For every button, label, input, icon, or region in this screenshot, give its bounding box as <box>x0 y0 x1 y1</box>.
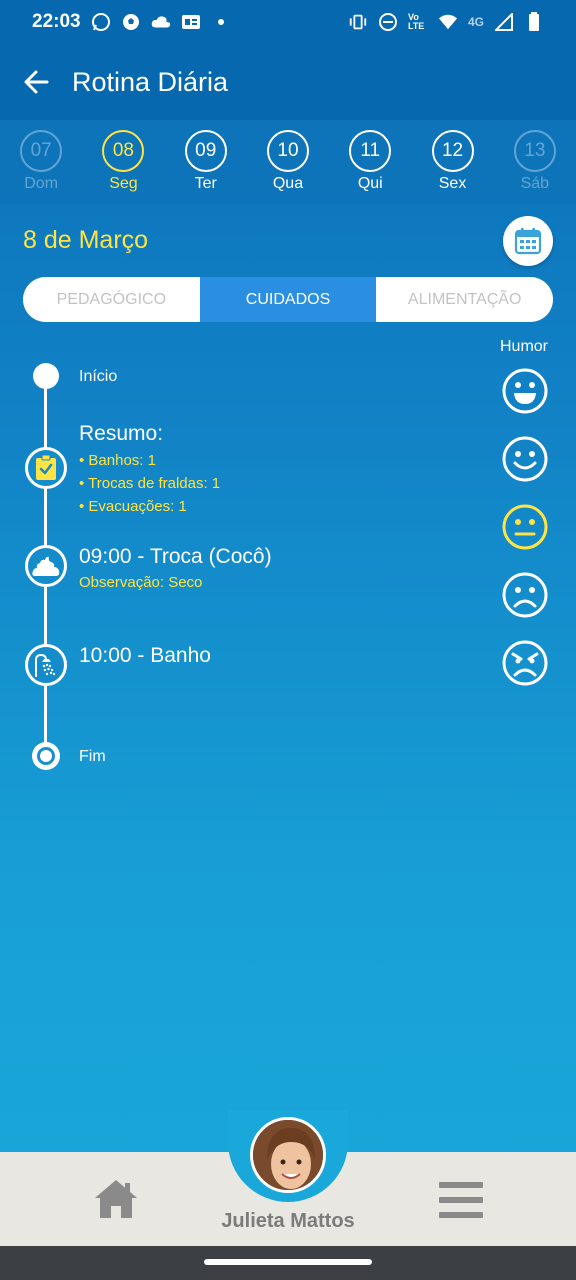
summary-item: • Trocas de fraldas: 1 <box>79 475 221 492</box>
card-icon <box>181 12 201 32</box>
wifi-icon <box>438 12 458 32</box>
summary-item: • Evacuações: 1 <box>79 498 187 515</box>
event-note: Observação: Seco <box>79 574 203 591</box>
child-name: Julieta Mattos <box>221 1210 355 1232</box>
network-type-label: 4G <box>467 15 484 29</box>
day-weekday: Qui <box>357 175 383 192</box>
day-number: 11 <box>349 130 392 172</box>
day-08[interactable]: 08 Seg <box>91 130 155 193</box>
neutral-icon[interactable] <box>502 504 548 550</box>
tab-pedagogico[interactable]: PEDAGÓGICO <box>23 277 200 322</box>
day-number: 12 <box>431 130 474 172</box>
signal-icon <box>494 12 514 32</box>
event-troca[interactable]: 09:00 - Troca (Cocô) Observação: Seco <box>79 545 272 594</box>
sad-icon[interactable] <box>502 572 548 618</box>
page-title: Rotina Diária <box>72 66 229 97</box>
summary-block: Resumo: • Banhos: 1 • Trocas de fraldas:… <box>79 422 220 518</box>
menu-icon[interactable] <box>439 1180 483 1220</box>
status-bar: 22:03 Vo LTE 4G <box>0 0 576 44</box>
timeline-start-node <box>33 363 59 389</box>
event-node-banho <box>25 644 67 686</box>
day-number: 10 <box>266 130 309 172</box>
clipboard-check-icon <box>36 455 56 480</box>
back-button[interactable] <box>0 44 72 120</box>
day-11[interactable]: 11 Qui <box>338 130 402 193</box>
day-weekday: Sáb <box>520 175 550 192</box>
happy-icon[interactable] <box>502 436 548 482</box>
humor-label: Humor <box>500 338 549 355</box>
tab-cuidados[interactable]: CUIDADOS <box>199 277 377 322</box>
day-07[interactable]: 07 Dom <box>9 130 73 193</box>
day-weekday: Dom <box>24 175 59 192</box>
day-weekday: Sex <box>438 175 467 192</box>
event-node-troca <box>25 545 67 587</box>
day-weekday: Qua <box>272 175 304 192</box>
day-12[interactable]: 12 Sex <box>421 130 485 193</box>
day-weekday: Seg <box>109 175 138 192</box>
home-gesture-pill[interactable] <box>204 1259 372 1265</box>
battery-icon <box>524 12 544 32</box>
end-node-dot <box>40 750 52 762</box>
calendar-button[interactable] <box>503 216 553 266</box>
dot-icon <box>211 12 231 32</box>
day-weekday: Ter <box>194 175 217 192</box>
angry-icon[interactable] <box>502 640 548 686</box>
clock: 22:03 <box>32 11 81 32</box>
event-banho[interactable]: 10:00 - Banho <box>79 644 211 668</box>
very-happy-icon[interactable] <box>502 368 548 414</box>
summary-title: Resumo: <box>79 422 164 445</box>
do-not-disturb-icon <box>378 12 398 32</box>
day-number: 13 <box>513 130 556 172</box>
whatsapp-icon <box>91 12 111 32</box>
selected-date-title: 8 de Março <box>23 226 149 254</box>
end-node-inner <box>37 747 55 765</box>
volte-label: Vo LTE <box>407 12 425 31</box>
summary-item: • Banhos: 1 <box>79 452 156 469</box>
app-bar: Rotina Diária <box>0 44 576 120</box>
tab-alimentacao[interactable]: ALIMENTAÇÃO <box>376 277 553 322</box>
shower-icon <box>35 653 56 677</box>
timeline-end-node <box>32 742 60 770</box>
arrow-left-icon <box>24 70 49 94</box>
day-number: 07 <box>20 130 63 172</box>
poop-icon <box>32 556 60 576</box>
soccer-ball-icon <box>121 12 141 32</box>
day-13[interactable]: 13 Sáb <box>503 130 567 193</box>
day-10[interactable]: 10 Qua <box>256 130 320 193</box>
event-title: 10:00 - Banho <box>79 644 211 667</box>
home-icon[interactable] <box>93 1178 139 1220</box>
day-number: 08 <box>102 130 145 172</box>
category-tabs: PEDAGÓGICO CUIDADOS ALIMENTAÇÃO <box>23 277 553 322</box>
day-number: 09 <box>184 130 227 172</box>
date-strip: 07 Dom 08 Seg 09 Ter 10 Qua 11 Qui 12 Se… <box>0 120 576 204</box>
timeline-start-label: Início <box>79 368 118 385</box>
timeline-end-label: Fim <box>79 748 106 765</box>
cloud-icon <box>151 12 171 32</box>
vibrate-icon <box>348 12 368 32</box>
calendar-icon <box>514 228 542 255</box>
day-09[interactable]: 09 Ter <box>174 130 238 193</box>
child-avatar[interactable] <box>250 1117 326 1193</box>
summary-node <box>25 447 67 489</box>
event-title: 09:00 - Troca (Cocô) <box>79 545 272 568</box>
